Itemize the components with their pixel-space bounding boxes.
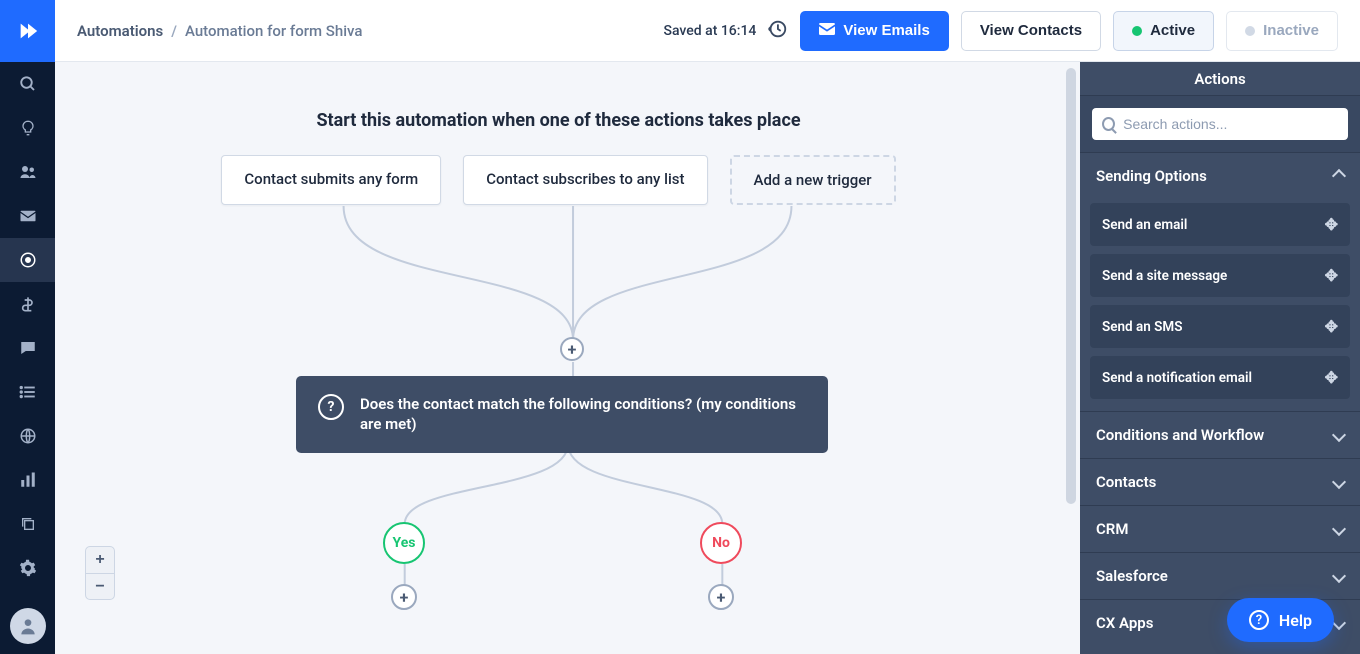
zoom-control: + − [85, 546, 115, 600]
action-label: Send an SMS [1102, 319, 1182, 335]
help-label: Help [1279, 611, 1312, 630]
breadcrumb-current: Automation for form Shiva [185, 22, 363, 40]
section-crm[interactable]: CRM [1080, 506, 1360, 552]
yes-branch-node[interactable]: Yes [383, 522, 425, 564]
chevron-down-icon [1332, 475, 1346, 489]
nav-automations-icon[interactable] [0, 238, 55, 282]
drag-handle-icon: ✥ [1325, 368, 1338, 387]
canvas-title: Start this automation when one of these … [55, 62, 1062, 131]
section-label: CRM [1096, 520, 1128, 538]
condition-text: Does the contact match the following con… [360, 394, 806, 435]
search-actions-input-wrapper [1092, 108, 1348, 140]
view-emails-button[interactable]: View Emails [800, 11, 948, 51]
status-dot-active-icon [1132, 26, 1142, 36]
chevron-down-icon [1332, 569, 1346, 583]
add-trigger-button[interactable]: Add a new trigger [730, 155, 896, 205]
breadcrumb: Automations / Automation for form Shiva [77, 22, 362, 40]
nav-reports-icon[interactable] [0, 458, 55, 502]
chevron-down-icon [1332, 522, 1346, 536]
no-branch-node[interactable]: No [700, 522, 742, 564]
search-icon [1102, 117, 1115, 131]
action-send-email[interactable]: Send an email ✥ [1090, 203, 1350, 246]
app-logo[interactable] [0, 0, 55, 62]
nav-contacts-icon[interactable] [0, 150, 55, 194]
status-inactive-button[interactable]: Inactive [1226, 11, 1338, 51]
envelope-icon [819, 22, 835, 39]
question-icon: ? [318, 394, 344, 420]
action-label: Send a notification email [1102, 370, 1252, 386]
actions-panel-title: Actions [1080, 62, 1360, 96]
automation-canvas[interactable]: Start this automation when one of these … [55, 62, 1080, 654]
nav-envelope-icon[interactable] [0, 194, 55, 238]
section-label: Contacts [1096, 473, 1156, 491]
topbar: Automations / Automation for form Shiva … [55, 0, 1360, 62]
breadcrumb-sep: / [171, 22, 177, 40]
action-send-notification-email[interactable]: Send a notification email ✥ [1090, 356, 1350, 399]
saved-label: Saved at 16:14 [664, 23, 757, 39]
history-icon[interactable] [766, 18, 788, 44]
view-contacts-button[interactable]: View Contacts [961, 11, 1101, 51]
help-icon: ? [1249, 610, 1269, 630]
action-label: Send a site message [1102, 268, 1227, 284]
drag-handle-icon: ✥ [1325, 215, 1338, 234]
status-active-button[interactable]: Active [1113, 11, 1214, 51]
action-send-sms[interactable]: Send an SMS ✥ [1090, 305, 1350, 348]
nav-chat-icon[interactable] [0, 326, 55, 370]
section-label: Sending Options [1096, 167, 1207, 185]
drag-handle-icon: ✥ [1325, 266, 1338, 285]
section-conditions-workflow[interactable]: Conditions and Workflow [1080, 412, 1360, 458]
status-active-label: Active [1150, 22, 1195, 39]
chevron-down-icon [1332, 428, 1346, 442]
canvas-scrollbar[interactable] [1066, 68, 1076, 504]
action-label: Send an email [1102, 217, 1187, 233]
drag-handle-icon: ✥ [1325, 317, 1338, 336]
section-contacts[interactable]: Contacts [1080, 459, 1360, 505]
nav-lightbulb-icon[interactable] [0, 106, 55, 150]
section-sending-options[interactable]: Sending Options [1080, 153, 1360, 199]
condition-node[interactable]: ? Does the contact match the following c… [296, 376, 828, 453]
add-step-yes-button[interactable]: + [391, 584, 417, 610]
nav-list-icon[interactable] [0, 370, 55, 414]
help-button[interactable]: ? Help [1227, 598, 1334, 642]
breadcrumb-root[interactable]: Automations [77, 22, 163, 40]
trigger-list-subscribe[interactable]: Contact subscribes to any list [463, 155, 707, 205]
nav-deals-icon[interactable] [0, 282, 55, 326]
left-sidebar [0, 0, 55, 654]
chevron-up-icon [1332, 169, 1346, 183]
nav-copy-icon[interactable] [0, 502, 55, 546]
zoom-in-button[interactable]: + [86, 547, 114, 573]
add-step-button[interactable]: + [560, 337, 584, 361]
nav-search-icon[interactable] [0, 62, 55, 106]
trigger-form-submit[interactable]: Contact submits any form [221, 155, 441, 205]
section-label: Conditions and Workflow [1096, 426, 1264, 444]
nav-settings-icon[interactable] [0, 546, 55, 590]
section-label: CX Apps [1096, 614, 1153, 632]
zoom-out-button[interactable]: − [86, 573, 114, 599]
nav-globe-icon[interactable] [0, 414, 55, 458]
chevron-down-icon [1332, 616, 1346, 630]
section-label: Salesforce [1096, 567, 1168, 585]
actions-panel: Actions Sending Options Send an email ✥ S… [1080, 62, 1360, 654]
section-salesforce[interactable]: Salesforce [1080, 553, 1360, 599]
saved-status: Saved at 16:14 [664, 18, 789, 44]
action-send-site-message[interactable]: Send a site message ✥ [1090, 254, 1350, 297]
search-actions-input[interactable] [1123, 116, 1338, 132]
user-avatar[interactable] [10, 608, 46, 644]
status-dot-inactive-icon [1245, 26, 1255, 36]
status-inactive-label: Inactive [1263, 22, 1319, 39]
add-step-no-button[interactable]: + [708, 584, 734, 610]
view-emails-label: View Emails [843, 22, 929, 39]
